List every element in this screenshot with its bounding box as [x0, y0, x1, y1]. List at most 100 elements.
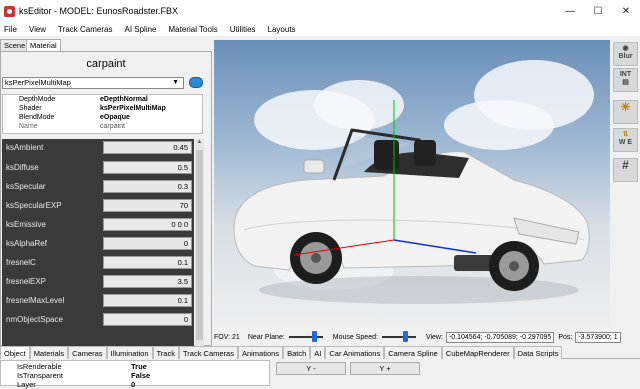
- property-key: IsTransparent: [17, 371, 63, 380]
- menu-ai-spline[interactable]: AI Spline: [124, 25, 156, 34]
- param-label: ksSpecularEXP: [6, 201, 62, 210]
- pos-vector-field[interactable]: -3.573900; 1: [575, 331, 621, 343]
- 3d-viewport[interactable]: [214, 40, 610, 328]
- property-row[interactable]: Shader ksPerPixelMultiMap: [3, 105, 202, 113]
- property-key: DepthMode: [19, 96, 56, 103]
- param-row: ksDiffuse 0.5: [2, 159, 194, 176]
- param-input[interactable]: 0.45: [103, 141, 192, 154]
- light-button[interactable]: ☀: [613, 100, 638, 124]
- tab-cameras[interactable]: Cameras: [68, 346, 107, 359]
- tab-data-scripts[interactable]: Data Scripts: [513, 346, 563, 359]
- tab-object[interactable]: Object: [0, 346, 30, 359]
- tab-track-cameras[interactable]: Track Cameras: [178, 346, 238, 359]
- bottom-tab-bar: Object Materials Cameras Illumination Tr…: [0, 346, 640, 359]
- tab-materials[interactable]: Materials: [29, 346, 69, 359]
- property-row[interactable]: IsRenderable True: [1, 362, 269, 371]
- object-properties: IsRenderable True IsTransparent False Laye…: [0, 360, 270, 389]
- property-value: True: [131, 362, 147, 371]
- menu-material-tools[interactable]: Material Tools: [169, 25, 218, 34]
- shader-params: ksAmbient 0.45 ksDiffuse 0.5 ksSpecular 0.3…: [2, 139, 194, 346]
- tab-material[interactable]: Material: [26, 39, 61, 51]
- tab-cubemap-renderer[interactable]: CubeMapRenderer: [441, 346, 514, 359]
- menu-bar: File View Track Cameras AI Spline Materi…: [0, 22, 640, 36]
- param-row: fresnelC 0.1: [2, 254, 194, 271]
- view-vector-field[interactable]: -0.104564; -0.705089; -0.297095: [445, 331, 555, 343]
- param-label: fresnelC: [6, 258, 36, 267]
- scrollbar-thumb[interactable]: [196, 150, 203, 340]
- param-input[interactable]: 0.5: [103, 161, 192, 174]
- tab-car-animations[interactable]: Car Animations: [325, 346, 385, 359]
- blur-icon: ◉: [622, 45, 629, 52]
- view-label: View:: [425, 333, 443, 341]
- tab-animations[interactable]: Animations: [237, 346, 284, 359]
- refresh-icon[interactable]: [189, 77, 203, 88]
- property-value: eDepthNormal: [100, 96, 148, 103]
- tab-camera-spline[interactable]: Camera Spline: [384, 346, 442, 359]
- param-input[interactable]: 0.1: [103, 256, 192, 269]
- shader-select-value: ksPerPixelMultiMap: [5, 78, 71, 87]
- property-row[interactable]: DepthMode eDepthNormal: [3, 96, 202, 104]
- menu-view[interactable]: View: [29, 25, 46, 34]
- blur-button[interactable]: ◉ Blur: [613, 42, 638, 66]
- tab-track[interactable]: Track: [152, 346, 179, 359]
- menu-layouts[interactable]: Layouts: [268, 25, 296, 34]
- mouse-speed-label: Mouse Speed:: [332, 333, 378, 341]
- light-icon: ☀: [620, 100, 631, 114]
- property-value: 0: [131, 380, 136, 389]
- grid-button[interactable]: #: [613, 158, 638, 182]
- wind-label: W E: [618, 139, 633, 146]
- near-plane-slider-knob[interactable]: [311, 331, 317, 342]
- param-row: ksEmissive 0 0 0: [2, 216, 194, 233]
- close-button[interactable]: ✕: [612, 0, 640, 22]
- window-title: ksEditor - MODEL: EunosRoadster.FBX: [19, 6, 179, 16]
- fov-label: FOV: 21: [214, 333, 240, 341]
- param-label: fresnelMaxLevel: [6, 296, 65, 305]
- near-plane-slider[interactable]: [288, 331, 323, 342]
- property-row[interactable]: IsTransparent False: [1, 371, 269, 380]
- param-input[interactable]: 0 0 0: [103, 218, 192, 231]
- chevron-down-icon: ▼: [172, 79, 179, 86]
- title-bar: ksEditor - MODEL: EunosRoadster.FBX — ☐ …: [0, 0, 640, 22]
- param-input[interactable]: 0: [103, 237, 192, 250]
- param-input[interactable]: 0.3: [103, 180, 192, 193]
- y-plus-button[interactable]: Y +: [350, 362, 420, 375]
- menu-file[interactable]: File: [4, 25, 17, 34]
- property-row[interactable]: Name carpaint: [3, 123, 202, 131]
- y-minus-button[interactable]: Y -: [276, 362, 346, 375]
- property-row[interactable]: BlendMode eOpaque: [3, 114, 202, 122]
- property-row[interactable]: Layer 0: [1, 380, 269, 389]
- tab-ai[interactable]: AI: [310, 346, 326, 359]
- wind-button[interactable]: ⇅ W E: [613, 128, 638, 152]
- int-icon: ▤: [622, 79, 629, 86]
- int-button[interactable]: INT ▤: [613, 68, 638, 92]
- menu-track-cameras[interactable]: Track Cameras: [58, 25, 112, 34]
- tab-batch[interactable]: Batch: [283, 346, 311, 359]
- param-input[interactable]: 70: [103, 199, 192, 212]
- menu-utilities[interactable]: Utilities: [230, 25, 256, 34]
- param-label: fresnelEXP: [6, 277, 47, 286]
- param-row: ksSpecular 0.3: [2, 178, 194, 195]
- shader-select[interactable]: ksPerPixelMultiMap ▼: [2, 77, 184, 89]
- param-row: ksSpecularEXP 70: [2, 197, 194, 214]
- tab-illumination[interactable]: Illumination: [106, 346, 153, 359]
- param-input[interactable]: 0: [103, 313, 192, 326]
- param-row: ksAmbient 0.45: [2, 139, 194, 156]
- tab-scene[interactable]: Scene: [0, 39, 30, 51]
- property-value: False: [131, 371, 151, 380]
- grid-icon: #: [622, 158, 629, 172]
- scroll-up-icon[interactable]: ▲: [195, 139, 204, 149]
- param-row: fresnelMaxLevel 0.1: [2, 292, 194, 309]
- property-value: eOpaque: [100, 114, 130, 121]
- app-icon: [4, 5, 15, 17]
- param-input[interactable]: 0.1: [103, 294, 192, 307]
- param-input[interactable]: 3.5: [103, 275, 192, 288]
- param-label: nmObjectSpace: [6, 315, 63, 324]
- property-value: carpaint: [100, 123, 125, 130]
- mouse-speed-slider-knob[interactable]: [402, 331, 408, 342]
- mouse-speed-slider[interactable]: [381, 331, 416, 342]
- material-properties: DepthMode eDepthNormal Shader ksPerPixelMu…: [2, 94, 203, 134]
- maximize-button[interactable]: ☐: [584, 0, 612, 22]
- property-key: Layer: [17, 380, 36, 389]
- minimize-button[interactable]: —: [556, 0, 584, 22]
- param-label: ksAlphaRef: [6, 239, 47, 248]
